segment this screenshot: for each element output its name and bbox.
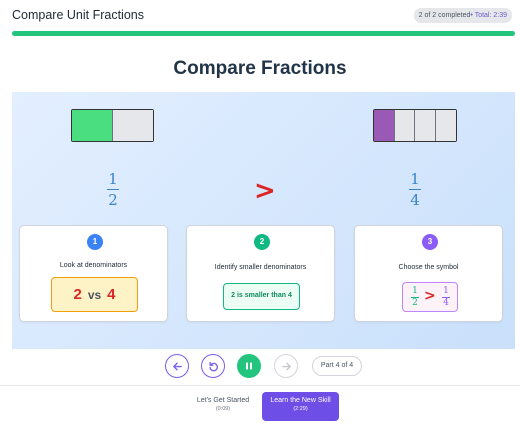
top-bar: Compare Unit Fractions 2 of 2 completed•… <box>0 0 520 30</box>
right-denominator: 4 <box>410 191 420 210</box>
filled-segment <box>374 110 395 141</box>
lesson-stage: 1 2 > 1 4 1 Look at denominators 2 vs 4 2 … <box>12 92 515 349</box>
part-indicator: Part 4 of 4 <box>312 356 362 376</box>
back-button[interactable] <box>165 354 189 378</box>
lesson-progress-bar <box>12 31 515 36</box>
previous-section-time: (0:09) <box>215 406 231 412</box>
fraction-line <box>409 189 421 191</box>
lesson-progress-fill <box>12 31 515 36</box>
current-section-time: (2:29) <box>293 406 308 412</box>
previous-section-label: Let's Get Started <box>196 397 250 404</box>
left-numerator: 1 <box>108 170 118 188</box>
answer-greater-than-sign: > <box>424 288 436 304</box>
step-number-badge: 1 <box>87 234 103 250</box>
right-fraction: 1 4 <box>400 172 430 208</box>
fraction-line <box>107 189 119 191</box>
pause-button[interactable] <box>237 354 261 378</box>
step-number-badge: 2 <box>254 234 270 250</box>
half-fraction-bar <box>71 109 154 142</box>
denominator-comparison-box: 2 vs 4 <box>51 277 138 312</box>
smaller-denominator-result: 2 is smaller than 4 <box>223 283 300 310</box>
restart-button[interactable] <box>201 354 225 378</box>
current-section-button[interactable]: Learn the New Skill (2:29) <box>262 392 339 421</box>
step-card-denominators: 1 Look at denominators 2 vs 4 <box>19 225 168 322</box>
quarter-fraction-bar <box>373 109 457 142</box>
answer-right-numerator: 1 <box>443 286 449 296</box>
left-fraction: 1 2 <box>98 172 128 208</box>
empty-segment <box>394 110 415 141</box>
playback-controls: Part 4 of 4 <box>0 354 520 382</box>
page-title: Compare Fractions <box>173 58 347 79</box>
answer-right-fraction: 1 4 <box>440 287 452 308</box>
completion-count: 2 of 2 completed <box>418 12 471 19</box>
step-label: Look at denominators <box>59 262 128 269</box>
lesson-title: Compare Unit Fractions <box>12 8 144 22</box>
completion-status-badge: 2 of 2 completed• Total: 2:39 <box>413 8 512 23</box>
arrow-left-icon <box>173 362 182 371</box>
step-number-badge: 3 <box>422 234 438 250</box>
greater-than-sign: > <box>254 176 276 206</box>
total-time: • Total: 2:39 <box>470 12 507 19</box>
restart-icon <box>209 361 218 372</box>
answer-left-numerator: 1 <box>412 286 418 296</box>
answer-right-denominator: 4 <box>443 298 449 308</box>
answer-left-denominator: 2 <box>412 298 418 308</box>
empty-segment <box>112 110 153 141</box>
step-label: Identify smaller denominators <box>214 264 307 271</box>
empty-segment <box>415 110 436 141</box>
answer-left-fraction: 1 2 <box>409 287 421 308</box>
empty-segment <box>435 110 456 141</box>
denominator-left: 2 <box>73 286 82 303</box>
step-card-smaller: 2 Identify smaller denominators 2 is sma… <box>186 225 335 322</box>
arrow-right-icon <box>282 362 291 371</box>
step-label: Choose the symbol <box>398 264 459 271</box>
denominator-right: 4 <box>107 286 116 303</box>
next-button[interactable] <box>274 354 298 378</box>
right-numerator: 1 <box>410 170 420 188</box>
footer-divider <box>0 385 520 386</box>
vs-label: vs <box>87 288 102 302</box>
pause-icon <box>246 362 252 370</box>
current-section-label: Learn the New Skill <box>270 397 331 404</box>
symbol-answer-box: 1 2 > 1 4 <box>402 282 458 312</box>
filled-segment <box>72 110 113 141</box>
previous-section-button[interactable]: Let's Get Started (0:09) <box>188 392 258 421</box>
left-denominator: 2 <box>108 191 118 210</box>
step-card-symbol: 3 Choose the symbol 1 2 > 1 4 <box>354 225 503 322</box>
